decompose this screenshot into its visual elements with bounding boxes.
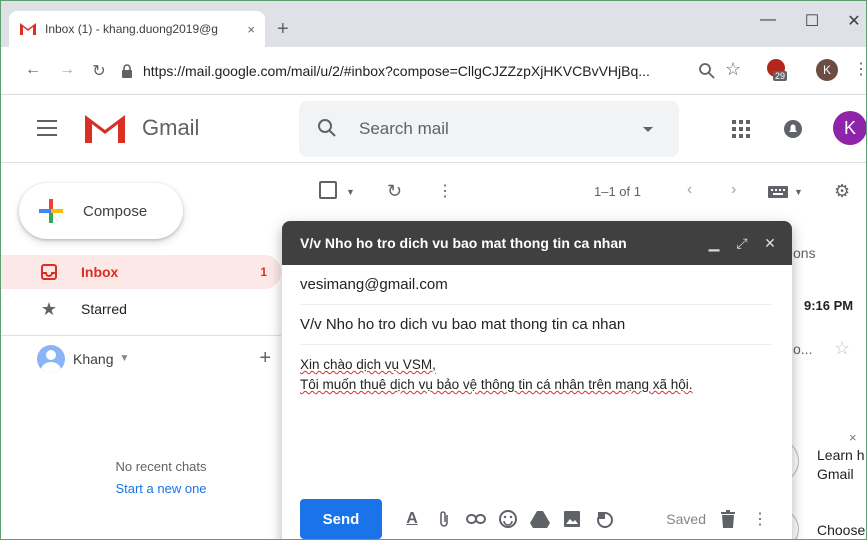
compose-header[interactable]: V/v Nho ho tro dich vu bao mat thong tin…: [282, 221, 792, 265]
profile-avatar[interactable]: K: [816, 59, 838, 81]
send-button[interactable]: Send: [300, 499, 382, 539]
more-options-icon[interactable]: ⋮: [744, 503, 776, 535]
reload-icon[interactable]: ↻: [89, 61, 109, 81]
star-icon: ★: [40, 298, 58, 319]
email-snippet-fragment: o...: [793, 341, 813, 357]
confidential-mode-icon[interactable]: [588, 503, 620, 535]
sidebar-item-label: Starred: [81, 301, 127, 317]
sidebar-item-starred[interactable]: ★ Starred: [1, 292, 281, 326]
select-dropdown-icon[interactable]: ▼: [346, 187, 355, 197]
body-line: Xin chào dịch vụ VSM,: [300, 357, 436, 372]
account-avatar[interactable]: K: [833, 111, 866, 145]
keyboard-icon[interactable]: [767, 185, 789, 199]
compose-title: V/v Nho ho tro dich vu bao mat thong tin…: [300, 235, 627, 251]
no-recent-chats: No recent chats: [115, 459, 207, 474]
browser-menu-icon[interactable]: ⋮: [853, 59, 866, 79]
subject-field[interactable]: V/v Nho ho tro dich vu bao mat thong tin…: [300, 305, 772, 345]
hangouts-user-name: Khang: [73, 350, 114, 367]
notifications-icon[interactable]: [783, 119, 803, 139]
compose-label: Compose: [83, 202, 148, 220]
to-field[interactable]: vesimang@gmail.com: [300, 265, 772, 305]
more-options-icon[interactable]: ⋮: [437, 181, 453, 201]
newer-icon[interactable]: ‹: [687, 181, 692, 199]
search-options-icon[interactable]: [643, 127, 653, 132]
minimize-button[interactable]: —: [753, 11, 783, 29]
browser-window: Inbox (1) - khang.duong2019@g × + — ☐ ✕ …: [0, 0, 867, 540]
hangouts-user[interactable]: Khang ▼ +: [1, 335, 281, 381]
input-tools-dropdown-icon[interactable]: ▼: [794, 187, 803, 197]
older-icon[interactable]: ›: [731, 181, 736, 199]
emoji-icon[interactable]: [492, 503, 524, 535]
compose-window: V/v Nho ho tro dich vu bao mat thong tin…: [282, 221, 792, 539]
search-bar[interactable]: Search mail: [299, 101, 679, 157]
sidebar-item-inbox[interactable]: Inbox 1: [1, 255, 281, 289]
browser-tab[interactable]: Inbox (1) - khang.duong2019@g ×: [9, 11, 265, 47]
close-icon[interactable]: ✕: [756, 235, 784, 252]
tab-strip: Inbox (1) - khang.duong2019@g × + — ☐ ✕: [1, 1, 866, 47]
compose-button[interactable]: Compose: [19, 183, 183, 239]
apps-grid-icon[interactable]: [731, 119, 751, 139]
url-text: https://mail.google.com/mail/u/2/#inbox?…: [143, 63, 650, 79]
inbox-icon: [39, 264, 59, 280]
promo-text: Learn h: [817, 447, 865, 463]
user-avatar: [37, 344, 65, 373]
body-line: Tôi muốn thuê dịch vụ bảo vệ thông tin c…: [300, 377, 693, 392]
bookmark-star-icon[interactable]: ☆: [725, 59, 741, 80]
plus-icon: [39, 199, 63, 223]
minimize-icon[interactable]: ▁: [700, 235, 728, 252]
maximize-button[interactable]: ☐: [797, 11, 827, 31]
tab-close-icon[interactable]: ×: [247, 22, 255, 37]
zoom-icon[interactable]: [698, 62, 716, 80]
insert-photo-icon[interactable]: [556, 503, 588, 535]
email-star-icon[interactable]: ☆: [834, 338, 850, 359]
fullscreen-icon[interactable]: ⤢: [728, 235, 756, 252]
forward-icon[interactable]: →: [57, 61, 77, 79]
start-new-chat-link[interactable]: Start a new one: [61, 481, 261, 496]
back-icon[interactable]: ←: [23, 61, 43, 79]
extension-icon[interactable]: 29: [765, 57, 791, 83]
attach-icon[interactable]: [428, 503, 460, 535]
settings-gear-icon[interactable]: ⚙: [834, 181, 850, 202]
refresh-icon[interactable]: ↻: [387, 181, 402, 202]
status-dropdown-icon[interactable]: ▼: [119, 353, 129, 364]
promo-text: Choose: [817, 522, 866, 538]
compose-footer: Send A Saved ⋮: [300, 499, 776, 539]
gmail-header: Gmail Search mail K: [1, 95, 866, 163]
main-menu-icon[interactable]: [37, 120, 57, 141]
unread-count: 1: [260, 265, 267, 279]
discard-draft-icon[interactable]: [712, 503, 744, 535]
browser-toolbar: ← → ↻ https://mail.google.com/mail/u/2/#…: [1, 47, 866, 95]
sidebar-item-label: Inbox: [81, 264, 119, 280]
tab-title: Inbox (1) - khang.duong2019@g: [45, 22, 218, 36]
promo-close-icon[interactable]: ×: [849, 430, 857, 445]
message-body[interactable]: Xin chào dịch vụ VSM, Tôi muốn thuê dịch…: [300, 345, 772, 395]
new-chat-icon[interactable]: +: [259, 347, 271, 370]
saved-status: Saved: [666, 511, 706, 527]
gmail-logo-text: Gmail: [142, 115, 200, 140]
promo-text: Gmail: [817, 466, 854, 482]
insert-link-icon[interactable]: [460, 503, 492, 535]
select-checkbox[interactable]: [319, 181, 337, 204]
drive-icon[interactable]: [524, 503, 556, 535]
address-bar[interactable]: https://mail.google.com/mail/u/2/#inbox?…: [121, 55, 761, 87]
category-tab-fragment[interactable]: ons: [793, 245, 816, 261]
new-tab-button[interactable]: +: [277, 19, 289, 39]
gmail-favicon-icon: [20, 23, 36, 35]
formatting-icon[interactable]: A: [396, 503, 428, 535]
lock-icon: [122, 64, 132, 78]
email-time: 9:16 PM: [804, 298, 854, 313]
extension-badge: 29: [773, 71, 788, 81]
gmail-logo-icon[interactable]: [83, 111, 127, 145]
search-input[interactable]: Search mail: [359, 119, 449, 139]
close-window-button[interactable]: ✕: [839, 11, 866, 31]
search-icon[interactable]: [317, 118, 337, 138]
page-range: 1–1 of 1: [594, 184, 641, 199]
